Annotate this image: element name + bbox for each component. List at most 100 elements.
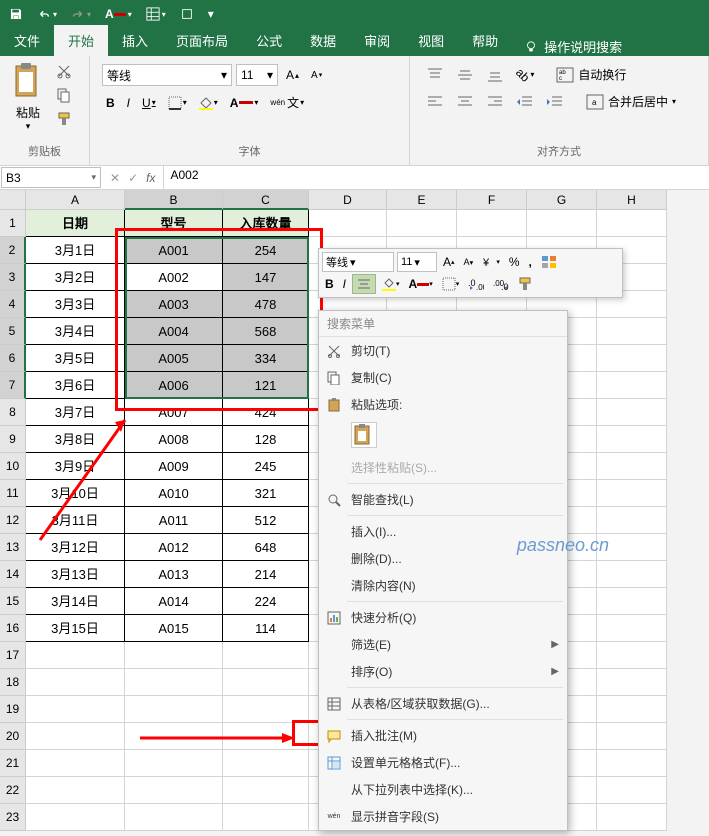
table-icon[interactable]: ▾ bbox=[143, 5, 169, 23]
cell-B19[interactable] bbox=[125, 696, 223, 723]
cell-A20[interactable] bbox=[26, 723, 125, 750]
row-header-18[interactable]: 18 bbox=[0, 669, 26, 696]
copy-icon[interactable] bbox=[54, 86, 74, 104]
mini-bold-button[interactable]: B bbox=[322, 275, 337, 293]
underline-button[interactable]: U▾ bbox=[138, 94, 160, 112]
mini-border-button[interactable]: ▾ bbox=[439, 275, 463, 293]
enter-icon[interactable]: ✓ bbox=[128, 171, 138, 185]
cell-A14[interactable]: 3月13日 bbox=[26, 561, 125, 588]
cell-A10[interactable]: 3月9日 bbox=[26, 453, 125, 480]
col-header-H[interactable]: H bbox=[597, 190, 667, 210]
cell-H11[interactable] bbox=[597, 480, 667, 507]
cell-B21[interactable] bbox=[125, 750, 223, 777]
ctx-copy[interactable]: 复制(C) bbox=[319, 364, 567, 391]
row-header-10[interactable]: 10 bbox=[0, 453, 26, 480]
ctx-dropdown-pick[interactable]: 从下拉列表中选择(K)... bbox=[319, 776, 567, 803]
mini-format-painter-icon[interactable] bbox=[515, 275, 535, 293]
cell-A9[interactable]: 3月8日 bbox=[26, 426, 125, 453]
cell-C7[interactable]: 121 bbox=[223, 372, 309, 399]
mini-shrink-font-icon[interactable]: A▾ bbox=[461, 255, 477, 269]
cell-H8[interactable] bbox=[597, 399, 667, 426]
cell-H7[interactable] bbox=[597, 372, 667, 399]
ctx-format-cells[interactable]: 设置单元格格式(F)... bbox=[319, 749, 567, 776]
mini-percent-icon[interactable]: % bbox=[506, 253, 523, 271]
cell-H12[interactable] bbox=[597, 507, 667, 534]
row-header-12[interactable]: 12 bbox=[0, 507, 26, 534]
cell-C12[interactable]: 512 bbox=[223, 507, 309, 534]
cell-F1[interactable] bbox=[457, 210, 527, 237]
cell-A7[interactable]: 3月6日 bbox=[26, 372, 125, 399]
save-icon[interactable] bbox=[6, 5, 26, 23]
decrease-indent-icon[interactable] bbox=[512, 92, 538, 112]
cell-B11[interactable]: A010 bbox=[125, 480, 223, 507]
mini-font-color-button[interactable]: A▾ bbox=[406, 275, 436, 293]
cancel-icon[interactable]: ✕ bbox=[110, 171, 120, 185]
cell-H13[interactable] bbox=[597, 534, 667, 561]
cell-A19[interactable] bbox=[26, 696, 125, 723]
formula-input[interactable]: A002 bbox=[164, 166, 709, 189]
row-header-16[interactable]: 16 bbox=[0, 615, 26, 642]
font-color-icon[interactable]: A▾ bbox=[102, 5, 135, 23]
cell-C4[interactable]: 478 bbox=[223, 291, 309, 318]
align-top-icon[interactable] bbox=[422, 65, 448, 85]
cell-B3[interactable]: A002 bbox=[125, 264, 223, 291]
ctx-show-pinyin[interactable]: wén显示拼音字段(S) bbox=[319, 803, 567, 830]
ctx-clear[interactable]: 清除内容(N) bbox=[319, 572, 567, 599]
grow-font-icon[interactable]: A▴ bbox=[282, 66, 303, 84]
cell-A8[interactable]: 3月7日 bbox=[26, 399, 125, 426]
cell-H18[interactable] bbox=[597, 669, 667, 696]
row-header-17[interactable]: 17 bbox=[0, 642, 26, 669]
col-header-E[interactable]: E bbox=[387, 190, 457, 210]
cell-B23[interactable] bbox=[125, 804, 223, 831]
row-header-9[interactable]: 9 bbox=[0, 426, 26, 453]
cell-C6[interactable]: 334 bbox=[223, 345, 309, 372]
cell-H23[interactable] bbox=[597, 804, 667, 831]
cell-C8[interactable]: 424 bbox=[223, 399, 309, 426]
cell-E1[interactable] bbox=[387, 210, 457, 237]
row-header-15[interactable]: 15 bbox=[0, 588, 26, 615]
mini-grow-font-icon[interactable]: A▴ bbox=[440, 253, 458, 271]
cell-G1[interactable] bbox=[527, 210, 597, 237]
cell-A1[interactable]: 日期 bbox=[26, 210, 125, 237]
cell-A13[interactable]: 3月12日 bbox=[26, 534, 125, 561]
ctx-get-data[interactable]: 从表格/区域获取数据(G)... bbox=[319, 690, 567, 717]
row-header-6[interactable]: 6 bbox=[0, 345, 26, 372]
ctx-insert-comment[interactable]: 插入批注(M) bbox=[319, 722, 567, 749]
cell-C9[interactable]: 128 bbox=[223, 426, 309, 453]
tab-pagelayout[interactable]: 页面布局 bbox=[162, 25, 242, 56]
row-header-19[interactable]: 19 bbox=[0, 696, 26, 723]
row-header-7[interactable]: 7 bbox=[0, 372, 26, 399]
border-button[interactable]: ▾ bbox=[164, 94, 191, 112]
tab-review[interactable]: 审阅 bbox=[350, 25, 404, 56]
mini-align-center-button[interactable] bbox=[352, 274, 376, 294]
context-search[interactable]: 搜索菜单 bbox=[319, 311, 567, 337]
cell-B10[interactable]: A009 bbox=[125, 453, 223, 480]
cell-B12[interactable]: A011 bbox=[125, 507, 223, 534]
col-header-F[interactable]: F bbox=[457, 190, 527, 210]
cell-B16[interactable]: A015 bbox=[125, 615, 223, 642]
row-header-2[interactable]: 2 bbox=[0, 237, 26, 264]
cell-A17[interactable] bbox=[26, 642, 125, 669]
undo-icon[interactable]: ▾ bbox=[34, 5, 60, 23]
cell-B2[interactable]: A001 bbox=[125, 237, 223, 264]
customize-qat-icon[interactable]: ▾ bbox=[205, 5, 217, 23]
tab-data[interactable]: 数据 bbox=[296, 25, 350, 56]
name-box[interactable]: B3▾ bbox=[1, 167, 101, 188]
row-header-3[interactable]: 3 bbox=[0, 264, 26, 291]
cell-C18[interactable] bbox=[223, 669, 309, 696]
cell-C21[interactable] bbox=[223, 750, 309, 777]
mini-decrease-decimal-icon[interactable]: .00.0 bbox=[490, 275, 512, 293]
row-header-4[interactable]: 4 bbox=[0, 291, 26, 318]
cell-C1[interactable]: 入库数量 bbox=[223, 210, 309, 237]
ctx-cut[interactable]: 剪切(T) bbox=[319, 337, 567, 364]
cell-C20[interactable] bbox=[223, 723, 309, 750]
cell-H10[interactable] bbox=[597, 453, 667, 480]
cell-H5[interactable] bbox=[597, 318, 667, 345]
mini-italic-button[interactable]: I bbox=[340, 275, 349, 293]
mini-increase-decimal-icon[interactable]: .0.00 bbox=[465, 275, 487, 293]
cell-A12[interactable]: 3月11日 bbox=[26, 507, 125, 534]
row-header-1[interactable]: 1 bbox=[0, 210, 26, 237]
cell-A11[interactable]: 3月10日 bbox=[26, 480, 125, 507]
row-header-8[interactable]: 8 bbox=[0, 399, 26, 426]
cell-B15[interactable]: A014 bbox=[125, 588, 223, 615]
